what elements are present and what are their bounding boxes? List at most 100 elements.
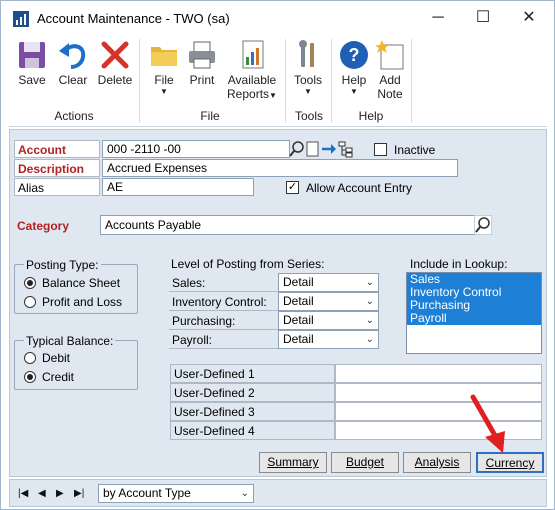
sales-posting-value: Detail [283, 275, 314, 289]
note-star-icon [375, 40, 404, 70]
file-menu-button[interactable]: File ▼ [147, 37, 181, 96]
typical-balance-label: Typical Balance: [24, 334, 116, 348]
payroll-posting-select[interactable]: Detail ⌄ [278, 330, 379, 349]
purchasing-posting-value: Detail [283, 313, 314, 327]
category-lookup-icon[interactable] [474, 215, 492, 235]
delete-label: Delete [97, 73, 133, 87]
profit-loss-label: Profit and Loss [42, 295, 123, 309]
list-item[interactable]: Payroll [407, 312, 541, 325]
user-defined-2-label: User-Defined 2 [170, 383, 335, 402]
user-defined-3-label: User-Defined 3 [170, 402, 335, 421]
tools-menu-button[interactable]: Tools ▼ [291, 37, 325, 96]
window-title: Account Maintenance - TWO (sa) [37, 11, 230, 26]
file-group-label: File [200, 109, 220, 123]
include-in-lookup-list[interactable]: Sales Inventory Control Purchasing Payro… [406, 272, 542, 354]
add-note-button[interactable]: Add Note [373, 37, 407, 101]
account-number-field[interactable]: 000 -2110 -00 [102, 140, 290, 158]
chevron-down-icon: ⌄ [365, 334, 374, 345]
description-label: Description [14, 159, 100, 177]
delete-button[interactable]: Delete [95, 37, 135, 87]
alias-field[interactable]: AE [102, 178, 254, 196]
print-label: Print [189, 73, 215, 87]
lookup-magnifier-icon[interactable] [289, 140, 305, 158]
save-icon [19, 42, 45, 68]
close-button[interactable]: ✕ [506, 1, 552, 35]
profit-loss-radio[interactable] [24, 296, 36, 308]
description-field[interactable]: Accrued Expenses [102, 159, 458, 177]
summary-button[interactable]: Summary [259, 452, 327, 473]
level-of-posting-label: Level of Posting from Series: [171, 257, 325, 271]
browse-sort-select[interactable]: by Account Type ⌄ [98, 484, 254, 503]
help-dropdown-icon: ▼ [350, 87, 358, 96]
include-in-lookup-label: Include in Lookup: [410, 257, 508, 271]
balance-sheet-radio[interactable] [24, 277, 36, 289]
credit-radio[interactable] [24, 371, 36, 383]
maximize-button[interactable]: ☐ [460, 1, 506, 35]
allow-account-entry-checkbox[interactable]: ✓ [286, 181, 299, 194]
annotation-arrow-icon [470, 394, 505, 453]
ribbon-toolbar: Save Clear Delete Actions File ▼ Print A… [9, 37, 547, 127]
note-label: Note [377, 87, 403, 101]
purchasing-series-label: Purchasing: [169, 312, 279, 330]
user-defined-row: User-Defined 1 [170, 364, 542, 383]
chevron-down-icon: ⌄ [240, 488, 249, 499]
inactive-label: Inactive [394, 143, 436, 157]
purchasing-posting-select[interactable]: Detail ⌄ [278, 311, 379, 330]
inventory-posting-value: Detail [283, 294, 314, 308]
chevron-down-icon: ⌄ [365, 315, 374, 326]
file-dropdown-icon: ▼ [160, 87, 168, 96]
budget-button[interactable]: Budget [331, 452, 399, 473]
next-record-icon[interactable]: ▶ [56, 488, 64, 499]
clear-button[interactable]: Clear [53, 37, 93, 87]
chevron-down-icon: ⌄ [365, 277, 374, 288]
actions-group-label: Actions [54, 109, 94, 123]
file-label: File [154, 73, 174, 87]
clear-label: Clear [58, 73, 88, 87]
tools-label: Tools [293, 73, 322, 87]
account-tree-icon[interactable] [338, 140, 354, 158]
posting-type-label: Posting Type: [24, 258, 101, 272]
chevron-down-icon: ⌄ [365, 296, 374, 307]
help-menu-button[interactable]: ? Help ▼ [337, 37, 371, 96]
user-defined-1-field[interactable] [335, 364, 542, 383]
category-field[interactable]: Accounts Payable [100, 215, 476, 235]
ribbon-separator [331, 39, 332, 123]
save-button[interactable]: Save [15, 37, 49, 87]
available-label: Available [227, 73, 277, 87]
available-reports-button[interactable]: Available Reports▼ [223, 37, 281, 101]
debit-radio[interactable] [24, 352, 36, 364]
analysis-button[interactable]: Analysis [403, 452, 471, 473]
save-label: Save [18, 73, 46, 87]
category-label: Category [17, 219, 70, 233]
tools-dropdown-icon: ▼ [304, 87, 312, 96]
inventory-series-label: Inventory Control: [169, 293, 279, 311]
add-label: Add [379, 73, 401, 87]
payroll-posting-value: Detail [283, 332, 314, 346]
svg-text:?: ? [349, 45, 360, 65]
help-question-icon: ? [340, 41, 368, 69]
ribbon-separator [411, 39, 412, 123]
inventory-posting-select[interactable]: Detail ⌄ [278, 292, 379, 311]
ribbon-separator [285, 39, 286, 123]
debit-label: Debit [42, 351, 71, 365]
new-document-icon[interactable] [306, 140, 320, 158]
help-group-label: Help [358, 109, 384, 123]
reports-dropdown-icon: ▼ [269, 91, 277, 100]
last-record-icon[interactable]: ▶| [74, 488, 84, 499]
app-chart-icon [13, 11, 29, 27]
first-record-icon[interactable]: |◀ [18, 488, 28, 499]
print-button[interactable]: Print [185, 37, 219, 87]
account-label: Account [14, 140, 100, 158]
arrow-right-icon[interactable] [321, 140, 337, 158]
browse-status-bar: |◀ ◀ ▶ ▶| by Account Type ⌄ [9, 479, 547, 507]
payroll-series-label: Payroll: [169, 331, 279, 349]
tools-group-label: Tools [294, 109, 323, 123]
previous-record-icon[interactable]: ◀ [38, 488, 46, 499]
sales-posting-select[interactable]: Detail ⌄ [278, 273, 379, 292]
sales-series-label: Sales: [169, 274, 279, 292]
inactive-checkbox[interactable] [374, 143, 387, 156]
account-maintenance-window: Account Maintenance - TWO (sa) ─ ☐ ✕ Sav… [0, 0, 555, 510]
user-defined-4-label: User-Defined 4 [170, 421, 335, 440]
ribbon-separator [139, 39, 140, 123]
minimize-button[interactable]: ─ [415, 1, 461, 35]
